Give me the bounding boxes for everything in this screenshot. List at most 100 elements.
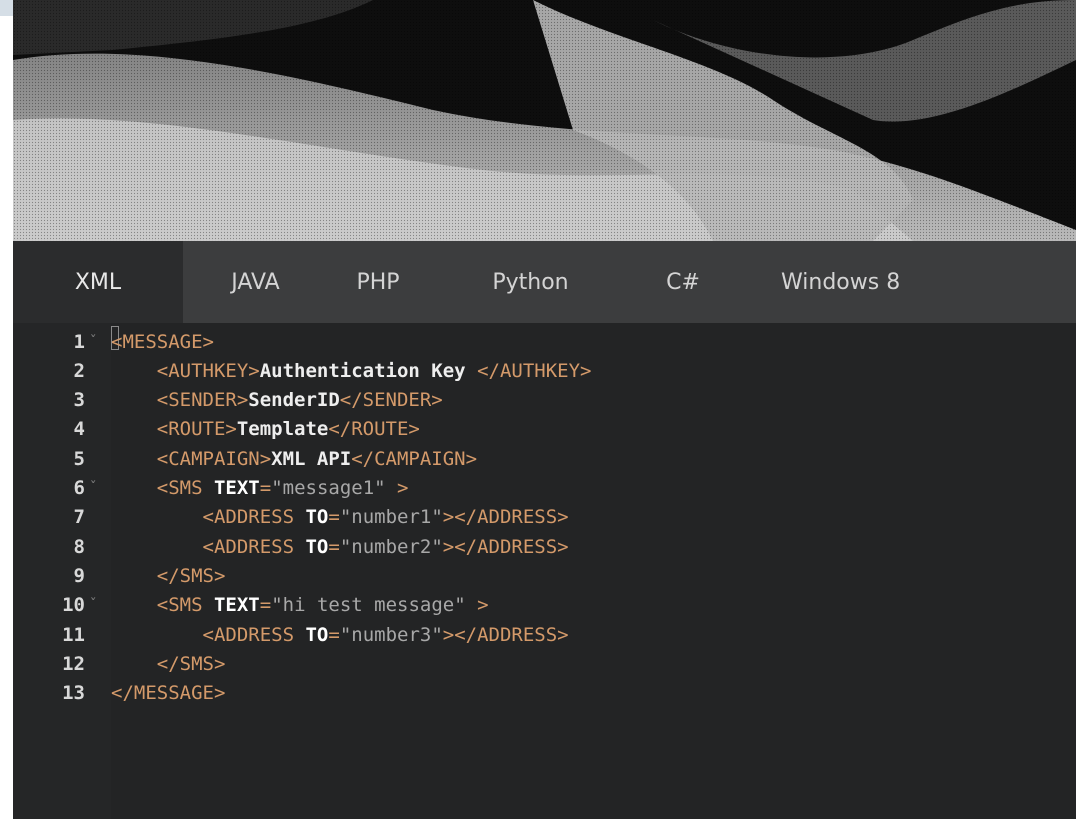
tab-windows-8[interactable]: Windows 8	[733, 241, 978, 323]
line-number: 6	[73, 477, 85, 499]
token-txt: Authentication Key	[259, 359, 478, 382]
code-text: </SMS>	[111, 652, 226, 675]
code-text: <ADDRESS TO="number1"></ADDRESS>	[111, 506, 569, 528]
tab-xml[interactable]: XML	[13, 241, 183, 323]
line-number: 9	[73, 564, 85, 587]
code-text: </SMS>	[111, 564, 226, 587]
fold-arrow-icon[interactable]: ˇ	[85, 597, 111, 613]
code-line: 3 <SENDER>SenderID</SENDER>	[13, 386, 1076, 415]
line-number: 12	[62, 652, 85, 675]
token-tag: </MESSAGE>	[111, 682, 226, 705]
line-number: 13	[62, 682, 85, 705]
token-tag: <SMS	[156, 477, 214, 499]
token-tag: =	[328, 535, 340, 558]
token-tag: </CAMPAIGN>	[351, 447, 478, 470]
line-number: 4	[73, 418, 85, 441]
token-tag: =	[328, 506, 340, 529]
token-tag: </AUTHKEY>	[477, 359, 592, 382]
code-line: 13 </MESSAGE>	[13, 679, 1076, 708]
token-tag: =	[328, 623, 340, 646]
token-tag: <SMS	[156, 594, 214, 617]
token-str: "message1"	[271, 477, 386, 499]
code-text: <SMS TEXT="message1" >	[111, 477, 409, 499]
code-line: 12 </SMS>	[13, 649, 1076, 678]
tab-python[interactable]: Python	[428, 241, 633, 323]
token-attr: TEXT	[213, 594, 260, 617]
tab-csharp[interactable]: C#	[633, 241, 733, 323]
code-text: <SENDER>SenderID</SENDER>	[111, 389, 443, 411]
code-text: <ADDRESS TO="number3"></ADDRESS>	[111, 624, 569, 646]
line-number: 8	[73, 535, 85, 558]
code-line: 1 ˇ <MESSAGE>	[13, 327, 1076, 356]
code-text: <AUTHKEY>Authentication Key </AUTHKEY>	[111, 359, 592, 382]
token-tag: <CAMPAIGN>	[156, 447, 272, 470]
token-attr: TO	[305, 506, 329, 529]
code-line: 5 <CAMPAIGN>XML API</CAMPAIGN>	[13, 444, 1076, 473]
fold-arrow-icon[interactable]: ˇ	[85, 480, 111, 496]
token-attr: TO	[305, 535, 329, 558]
token-tag: <MESSAGE>	[111, 330, 214, 353]
token-tag: =	[259, 477, 272, 499]
tab-php[interactable]: PHP	[328, 241, 428, 323]
token-txt: SenderID	[248, 389, 340, 412]
token-tag: </SENDER>	[339, 389, 443, 412]
token-tag: <SENDER>	[156, 389, 249, 412]
token-str: "number1"	[339, 506, 443, 529]
code-line: 11 <ADDRESS TO="number3"></ADDRESS>	[13, 620, 1076, 649]
token-tag: <ADDRESS	[202, 535, 306, 558]
token-tag: <ADDRESS	[202, 506, 306, 529]
code-text: <MESSAGE>	[111, 331, 214, 353]
code-editor[interactable]: 1 ˇ <MESSAGE> 2 <AUTHKEY>Authentication Key…	[13, 323, 1076, 819]
token-tag: =	[259, 594, 272, 617]
token-str: "number2"	[339, 535, 443, 558]
code-line: 8 <ADDRESS TO="number2"></ADDRESS>	[13, 532, 1076, 561]
token-tag: >	[385, 477, 409, 499]
line-number: 2	[73, 359, 85, 382]
token-txt: XML API	[271, 447, 352, 470]
token-tag: </SMS>	[156, 564, 226, 587]
token-tag: <ADDRESS	[202, 623, 306, 646]
token-str: "hi test message"	[271, 594, 466, 617]
token-tag: </SMS>	[156, 652, 226, 675]
token-tag: >	[465, 594, 489, 617]
code-text: <CAMPAIGN>XML API</CAMPAIGN>	[111, 448, 477, 470]
line-number: 11	[62, 623, 85, 646]
token-attr: TEXT	[213, 477, 260, 499]
token-str: "number3"	[339, 623, 443, 646]
token-tag: ></ADDRESS>	[442, 623, 569, 646]
tab-java[interactable]: JAVA	[183, 241, 328, 323]
code-sample-widget: XML JAVA PHP Python C# Windows 8 1 ˇ <MESS…	[13, 0, 1076, 819]
token-tag: ></ADDRESS>	[442, 506, 569, 529]
line-number: 1	[73, 330, 85, 353]
line-number: 5	[73, 447, 85, 470]
fold-arrow-icon[interactable]: ˇ	[85, 334, 111, 350]
code-line: 2 <AUTHKEY>Authentication Key </AUTHKEY>	[13, 356, 1076, 385]
line-number: 10	[62, 594, 85, 617]
code-text: </MESSAGE>	[111, 682, 225, 704]
line-number: 7	[73, 506, 85, 529]
code-line: 4 <ROUTE>Template</ROUTE>	[13, 415, 1076, 444]
left-edge-accent	[0, 0, 13, 16]
code-line: 7 <ADDRESS TO="number1"></ADDRESS>	[13, 503, 1076, 532]
code-text: <ADDRESS TO="number2"></ADDRESS>	[111, 536, 569, 558]
code-text: <ROUTE>Template</ROUTE>	[111, 418, 420, 440]
token-tag: ></ADDRESS>	[442, 535, 569, 558]
line-number: 3	[73, 389, 85, 412]
code-text: <SMS TEXT="hi test message" >	[111, 594, 489, 616]
language-tabs: XML JAVA PHP Python C# Windows 8	[13, 241, 1076, 323]
token-tag: <ROUTE>	[156, 418, 237, 441]
token-tag: </ROUTE>	[328, 418, 420, 441]
token-txt: Template	[236, 418, 329, 441]
token-attr: TO	[305, 623, 329, 646]
code-line: 6ˇ <SMS TEXT="message1" >	[13, 474, 1076, 503]
